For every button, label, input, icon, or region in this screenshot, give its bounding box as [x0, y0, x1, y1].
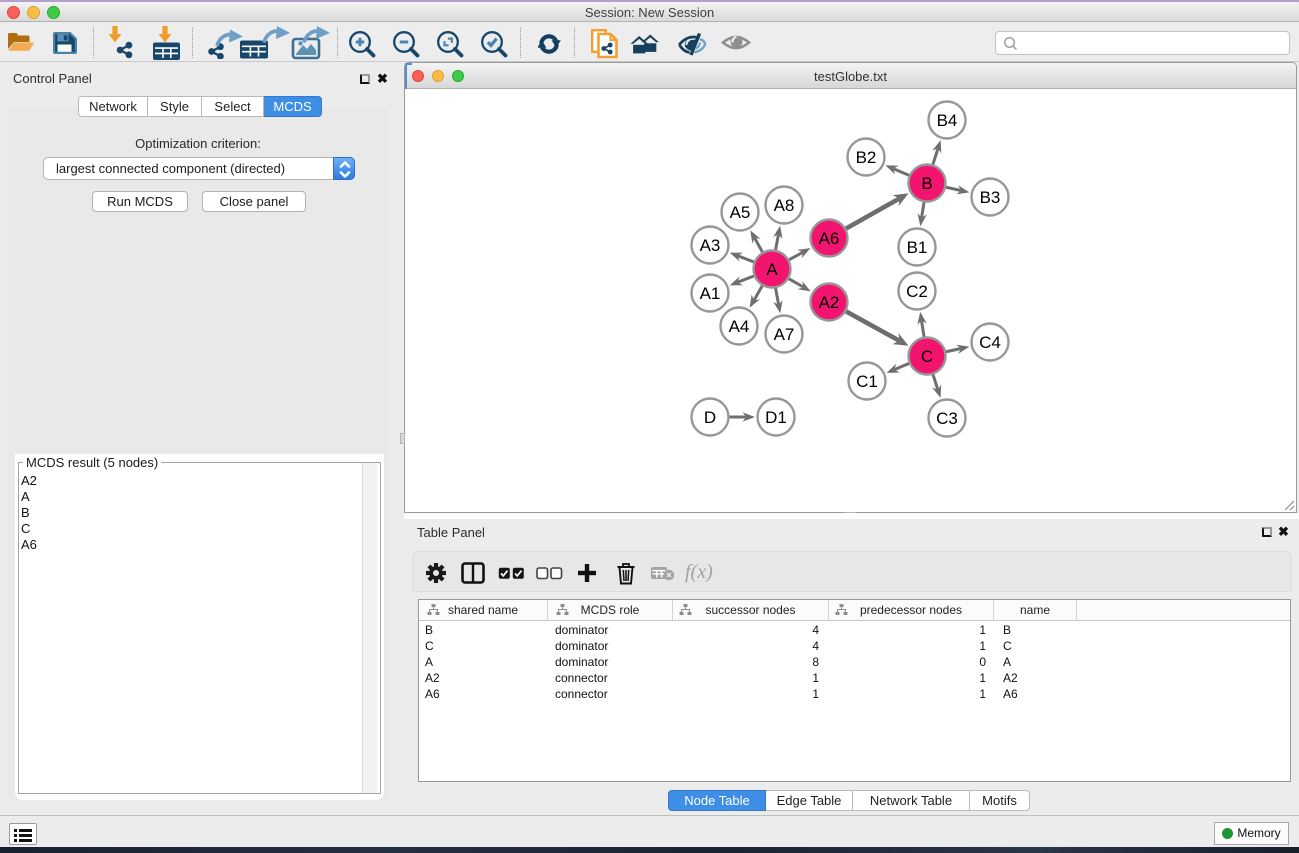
svg-text:A3: A3	[700, 236, 721, 255]
svg-text:B3: B3	[980, 188, 1001, 207]
svg-text:A4: A4	[729, 317, 750, 336]
svg-text:B1: B1	[907, 238, 928, 257]
svg-text:C2: C2	[906, 282, 928, 301]
svg-text:B4: B4	[937, 111, 958, 130]
svg-text:A8: A8	[774, 196, 795, 215]
svg-text:D: D	[704, 408, 716, 427]
svg-text:A2: A2	[819, 293, 840, 312]
svg-text:A5: A5	[730, 203, 751, 222]
svg-text:C: C	[921, 347, 933, 366]
svg-text:B2: B2	[856, 148, 877, 167]
svg-text:A7: A7	[774, 325, 795, 344]
svg-text:D1: D1	[765, 408, 787, 427]
svg-text:B: B	[921, 174, 932, 193]
svg-text:A: A	[766, 260, 778, 279]
svg-text:C1: C1	[856, 372, 878, 391]
svg-text:A6: A6	[819, 229, 840, 248]
svg-text:C3: C3	[936, 409, 958, 428]
svg-text:C4: C4	[979, 333, 1001, 352]
svg-text:A1: A1	[700, 284, 721, 303]
